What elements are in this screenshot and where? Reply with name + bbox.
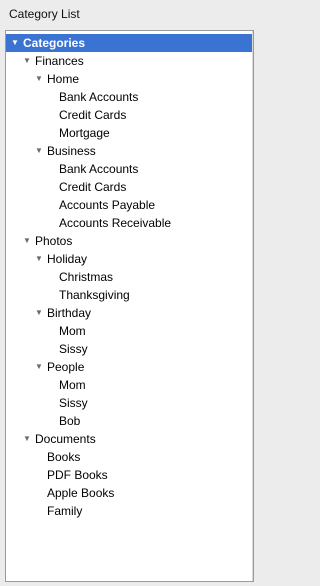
tree-node[interactable]: Christmas <box>6 268 253 286</box>
tree-node-label: Birthday <box>47 306 92 320</box>
tree-node[interactable]: Bank Accounts <box>6 160 253 178</box>
tree-node[interactable]: Sissy <box>6 340 253 358</box>
disclosure-triangle-down-icon[interactable]: ▼ <box>22 232 32 250</box>
tree-node-label: Documents <box>35 432 96 446</box>
disclosure-triangle-down-icon[interactable]: ▼ <box>34 250 44 268</box>
tree-node[interactable]: ▼ Photos <box>6 232 253 250</box>
tree-node-label: Business <box>47 144 96 158</box>
category-tree: ▼ Categories ▼ Finances ▼ Home Bank Accounts Cr… <box>6 34 253 520</box>
tree-node-label: Credit Cards <box>59 108 127 122</box>
tree-node-label: Mortgage <box>59 126 110 140</box>
tree-node-label: Accounts Payable <box>59 198 156 212</box>
disclosure-triangle-down-icon[interactable]: ▼ <box>22 430 32 448</box>
tree-node-label: Apple Books <box>47 486 115 500</box>
tree-node[interactable]: Bank Accounts <box>6 88 253 106</box>
tree-node[interactable]: Mom <box>6 376 253 394</box>
tree-node-label: Holiday <box>47 252 88 266</box>
tree-node[interactable]: ▼ Categories <box>6 34 253 52</box>
tree-node[interactable]: ▼ Home <box>6 70 253 88</box>
category-list-window: Category List ▼ Categories ▼ Finances ▼ Home B… <box>0 0 259 586</box>
panel-edge <box>252 31 253 581</box>
tree-node[interactable]: Mortgage <box>6 124 253 142</box>
disclosure-triangle-down-icon[interactable]: ▼ <box>10 34 20 52</box>
tree-node[interactable]: ▼ Finances <box>6 52 253 70</box>
disclosure-triangle-down-icon[interactable]: ▼ <box>34 304 44 322</box>
disclosure-triangle-down-icon[interactable]: ▼ <box>34 142 44 160</box>
tree-node[interactable]: ▼ People <box>6 358 253 376</box>
tree-node[interactable]: Apple Books <box>6 484 253 502</box>
tree-node[interactable]: Credit Cards <box>6 106 253 124</box>
tree-node-label: People <box>47 360 85 374</box>
tree-node[interactable]: ▼ Documents <box>6 430 253 448</box>
tree-node[interactable]: ▼ Business <box>6 142 253 160</box>
category-tree-panel[interactable]: ▼ Categories ▼ Finances ▼ Home Bank Accounts Cr… <box>5 30 254 582</box>
tree-node[interactable]: Bob <box>6 412 253 430</box>
tree-node[interactable]: Accounts Payable <box>6 196 253 214</box>
tree-node[interactable]: Accounts Receivable <box>6 214 253 232</box>
tree-node-label: Bob <box>59 414 81 428</box>
tree-node[interactable]: Books <box>6 448 253 466</box>
tree-node-label: Thanksgiving <box>59 288 130 302</box>
tree-node-label: Home <box>47 72 80 86</box>
tree-node-label: Books <box>47 450 81 464</box>
disclosure-triangle-down-icon[interactable]: ▼ <box>34 358 44 376</box>
tree-node[interactable]: Credit Cards <box>6 178 253 196</box>
tree-node-label: Sissy <box>59 342 88 356</box>
tree-node-label: Christmas <box>59 270 114 284</box>
tree-node-label: Bank Accounts <box>59 90 139 104</box>
tree-node-label: Photos <box>35 234 73 248</box>
tree-node-label: Bank Accounts <box>59 162 139 176</box>
tree-node-label: Finances <box>35 54 84 68</box>
tree-node[interactable]: Thanksgiving <box>6 286 253 304</box>
tree-node[interactable]: Family <box>6 502 253 520</box>
tree-node[interactable]: ▼ Birthday <box>6 304 253 322</box>
tree-node-label: PDF Books <box>47 468 108 482</box>
tree-node-label: Mom <box>59 324 86 338</box>
tree-node-label: Family <box>47 504 83 518</box>
tree-node[interactable]: Mom <box>6 322 253 340</box>
tree-node-label: Credit Cards <box>59 180 127 194</box>
tree-node[interactable]: ▼ Holiday <box>6 250 253 268</box>
panel-title: Category List <box>9 7 80 21</box>
tree-node-label: Categories <box>23 36 86 50</box>
tree-node[interactable]: Sissy <box>6 394 253 412</box>
disclosure-triangle-down-icon[interactable]: ▼ <box>22 52 32 70</box>
tree-node[interactable]: PDF Books <box>6 466 253 484</box>
tree-node-label: Sissy <box>59 396 88 410</box>
disclosure-triangle-down-icon[interactable]: ▼ <box>34 70 44 88</box>
tree-node-label: Accounts Receivable <box>59 216 172 230</box>
tree-node-label: Mom <box>59 378 86 392</box>
